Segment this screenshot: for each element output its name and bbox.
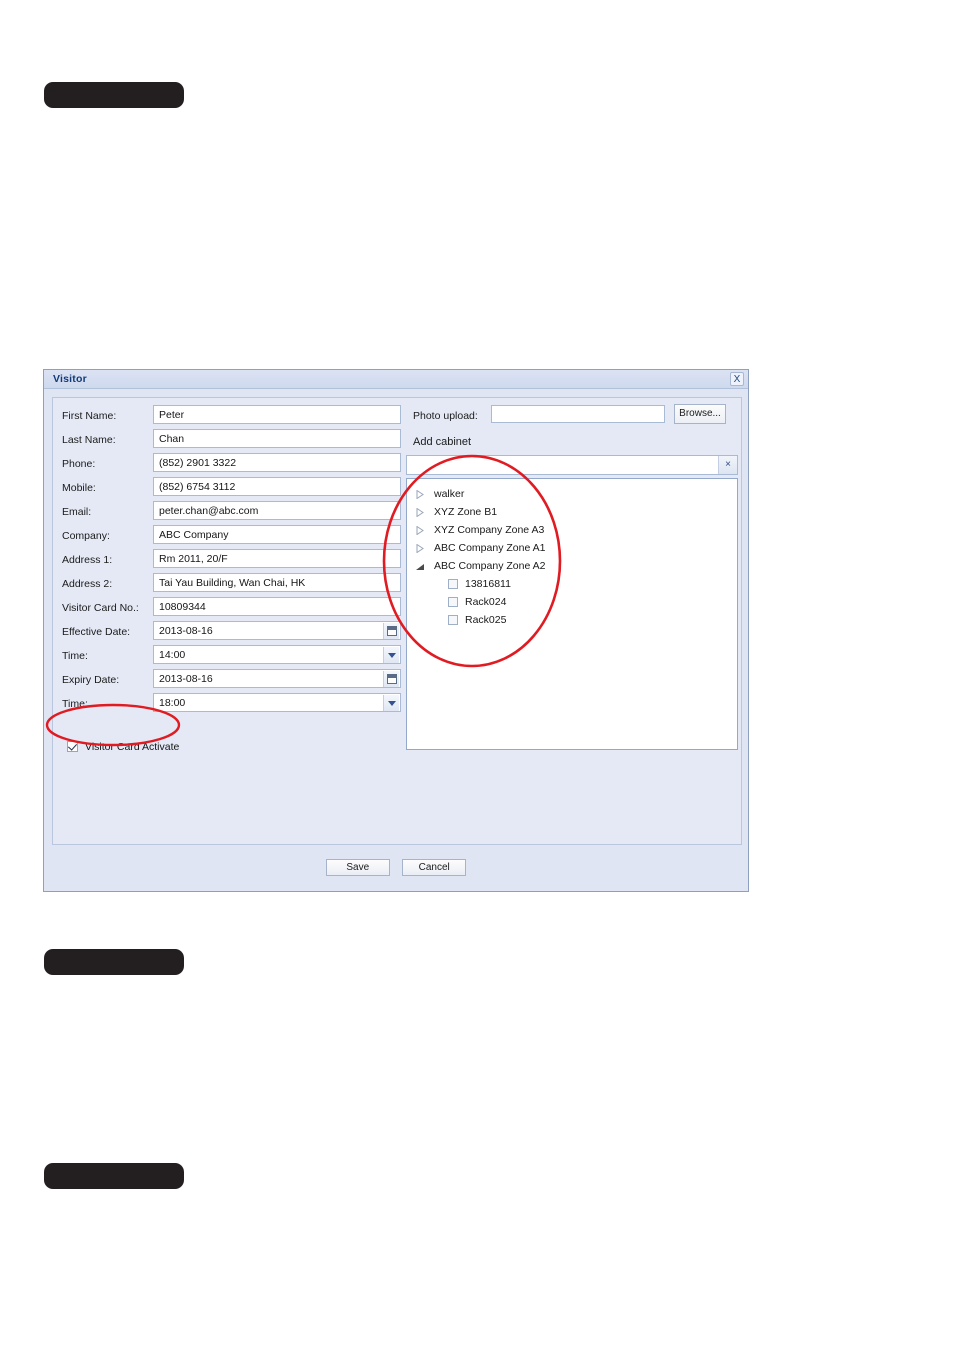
visitor-form: First Name: Peter Last Name: Chan Phone: (852…: [53, 404, 403, 716]
photo-upload-input[interactable]: [491, 405, 665, 423]
form-field-input[interactable]: ABC Company: [153, 525, 401, 544]
form-field-label: Expiry Date:: [62, 674, 120, 686]
form-field-input[interactable]: 2013-08-16: [153, 669, 401, 688]
cabinet-checkbox[interactable]: [448, 615, 458, 625]
calendar-glyph: [387, 674, 397, 684]
form-field-input[interactable]: Tai Yau Building, Wan Chai, HK: [153, 573, 401, 592]
visitor-card-activate-checkbox[interactable]: [67, 741, 78, 752]
form-field-label: Address 1:: [62, 554, 113, 566]
cancel-button[interactable]: Cancel: [402, 859, 467, 876]
form-field-input[interactable]: Chan: [153, 429, 401, 448]
browse-button[interactable]: Browse...: [674, 404, 726, 424]
form-field-input[interactable]: 2013-08-16: [153, 621, 401, 640]
add-cabinet-label: Add cabinet: [413, 436, 472, 448]
form-field-input[interactable]: 14:00: [153, 645, 401, 664]
form-field-input[interactable]: peter.chan@abc.com: [153, 501, 401, 520]
form-field-input[interactable]: 10809344: [153, 597, 401, 616]
tree-leaf[interactable]: Rack025: [407, 611, 737, 629]
calendar-icon[interactable]: [383, 623, 399, 639]
form-field-label: Phone:: [62, 458, 96, 470]
tree-node-label: walker: [434, 488, 465, 500]
tree-leaf-label: Rack025: [465, 614, 507, 626]
cabinet-checkbox[interactable]: [448, 579, 458, 589]
form-field-input[interactable]: (852) 6754 3112: [153, 477, 401, 496]
chevron-down-icon[interactable]: [416, 563, 425, 572]
photo-upload-row: Photo upload: Browse...: [405, 404, 743, 430]
form-field-label: First Name:: [62, 410, 117, 422]
form-field-label: Email:: [62, 506, 92, 518]
redaction-bar-top: [44, 82, 184, 108]
tree-leaf[interactable]: 13816811: [407, 575, 737, 593]
chevron-right-icon[interactable]: [416, 544, 425, 553]
form-row: Email: peter.chan@abc.com: [53, 500, 403, 524]
tree-node[interactable]: ABC Company Zone A1: [407, 539, 737, 557]
form-field-label: Mobile:: [62, 482, 96, 494]
chevron-down-icon[interactable]: [383, 647, 399, 663]
form-field-input[interactable]: 18:00: [153, 693, 401, 712]
cabinet-pane: Photo upload: Browse... Add cabinet × wa…: [405, 404, 743, 750]
chevron-right-icon[interactable]: [416, 508, 425, 517]
save-button[interactable]: Save: [325, 859, 390, 876]
form-row: Last Name: Chan: [53, 428, 403, 452]
calendar-glyph: [387, 626, 397, 636]
chevron-down-glyph: [388, 701, 396, 706]
form-row: Expiry Date: 2013-08-16: [53, 668, 403, 692]
form-row: First Name: Peter: [53, 404, 403, 428]
form-field-label: Company:: [62, 530, 110, 542]
form-row: Visitor Card No.: 10809344: [53, 596, 403, 620]
visitor-card-activate-label: Visitor Card Activate: [85, 741, 180, 753]
form-row: Time: 18:00: [53, 692, 403, 716]
tree-leaf[interactable]: Rack024: [407, 593, 737, 611]
dialog-footer: Save Cancel: [44, 849, 748, 891]
form-field-label: Visitor Card No.:: [62, 602, 139, 614]
tree-node-label: XYZ Zone B1: [434, 506, 498, 518]
form-field-label: Effective Date:: [62, 626, 131, 638]
form-row: Address 2: Tai Yau Building, Wan Chai, HK: [53, 572, 403, 596]
tree-node[interactable]: XYZ Company Zone A3: [407, 521, 737, 539]
tree-node[interactable]: XYZ Zone B1: [407, 503, 737, 521]
tree-node-label: ABC Company Zone A1: [434, 542, 546, 554]
chevron-down-icon[interactable]: [383, 695, 399, 711]
cabinet-search-input[interactable]: ×: [406, 455, 738, 475]
form-field-input[interactable]: Rm 2011, 20/F: [153, 549, 401, 568]
form-field-label: Time:: [62, 698, 88, 710]
visitor-dialog: Visitor X First Name: Peter Last Name: Chan…: [43, 369, 749, 892]
chevron-right-icon[interactable]: [416, 490, 425, 499]
form-row: Mobile: (852) 6754 3112: [53, 476, 403, 500]
redaction-bar-middle: [44, 949, 184, 975]
form-field-label: Time:: [62, 650, 88, 662]
close-icon[interactable]: X: [730, 372, 744, 386]
form-field-label: Address 2:: [62, 578, 113, 590]
calendar-icon[interactable]: [383, 671, 399, 687]
form-row: Effective Date: 2013-08-16: [53, 620, 403, 644]
cabinet-tree[interactable]: walker XYZ Zone B1 XYZ Company Zone A3 ABC …: [406, 478, 738, 750]
redaction-bar-bottom: [44, 1163, 184, 1189]
form-row: Company: ABC Company: [53, 524, 403, 548]
chevron-down-glyph: [388, 653, 396, 658]
form-field-label: Last Name:: [62, 434, 116, 446]
tree-node[interactable]: walker: [407, 485, 737, 503]
page-title: Visitor: [53, 373, 87, 385]
form-field-input[interactable]: Peter: [153, 405, 401, 424]
tree-node-label: XYZ Company Zone A3: [434, 524, 545, 536]
form-field-input[interactable]: (852) 2901 3322: [153, 453, 401, 472]
dialog-body: First Name: Peter Last Name: Chan Phone: (852…: [52, 397, 742, 845]
cabinet-checkbox[interactable]: [448, 597, 458, 607]
tree-leaf-label: Rack024: [465, 596, 507, 608]
dialog-titlebar: Visitor X: [44, 370, 748, 389]
chevron-right-icon[interactable]: [416, 526, 425, 535]
form-row: Address 1: Rm 2011, 20/F: [53, 548, 403, 572]
photo-upload-label: Photo upload:: [413, 410, 478, 422]
tree-node-label: ABC Company Zone A2: [434, 560, 546, 572]
tree-leaf-label: 13816811: [465, 578, 511, 590]
tree-node[interactable]: ABC Company Zone A2: [407, 557, 737, 575]
form-row: Time: 14:00: [53, 644, 403, 668]
close-icon[interactable]: ×: [718, 456, 737, 474]
form-row: Phone: (852) 2901 3322: [53, 452, 403, 476]
